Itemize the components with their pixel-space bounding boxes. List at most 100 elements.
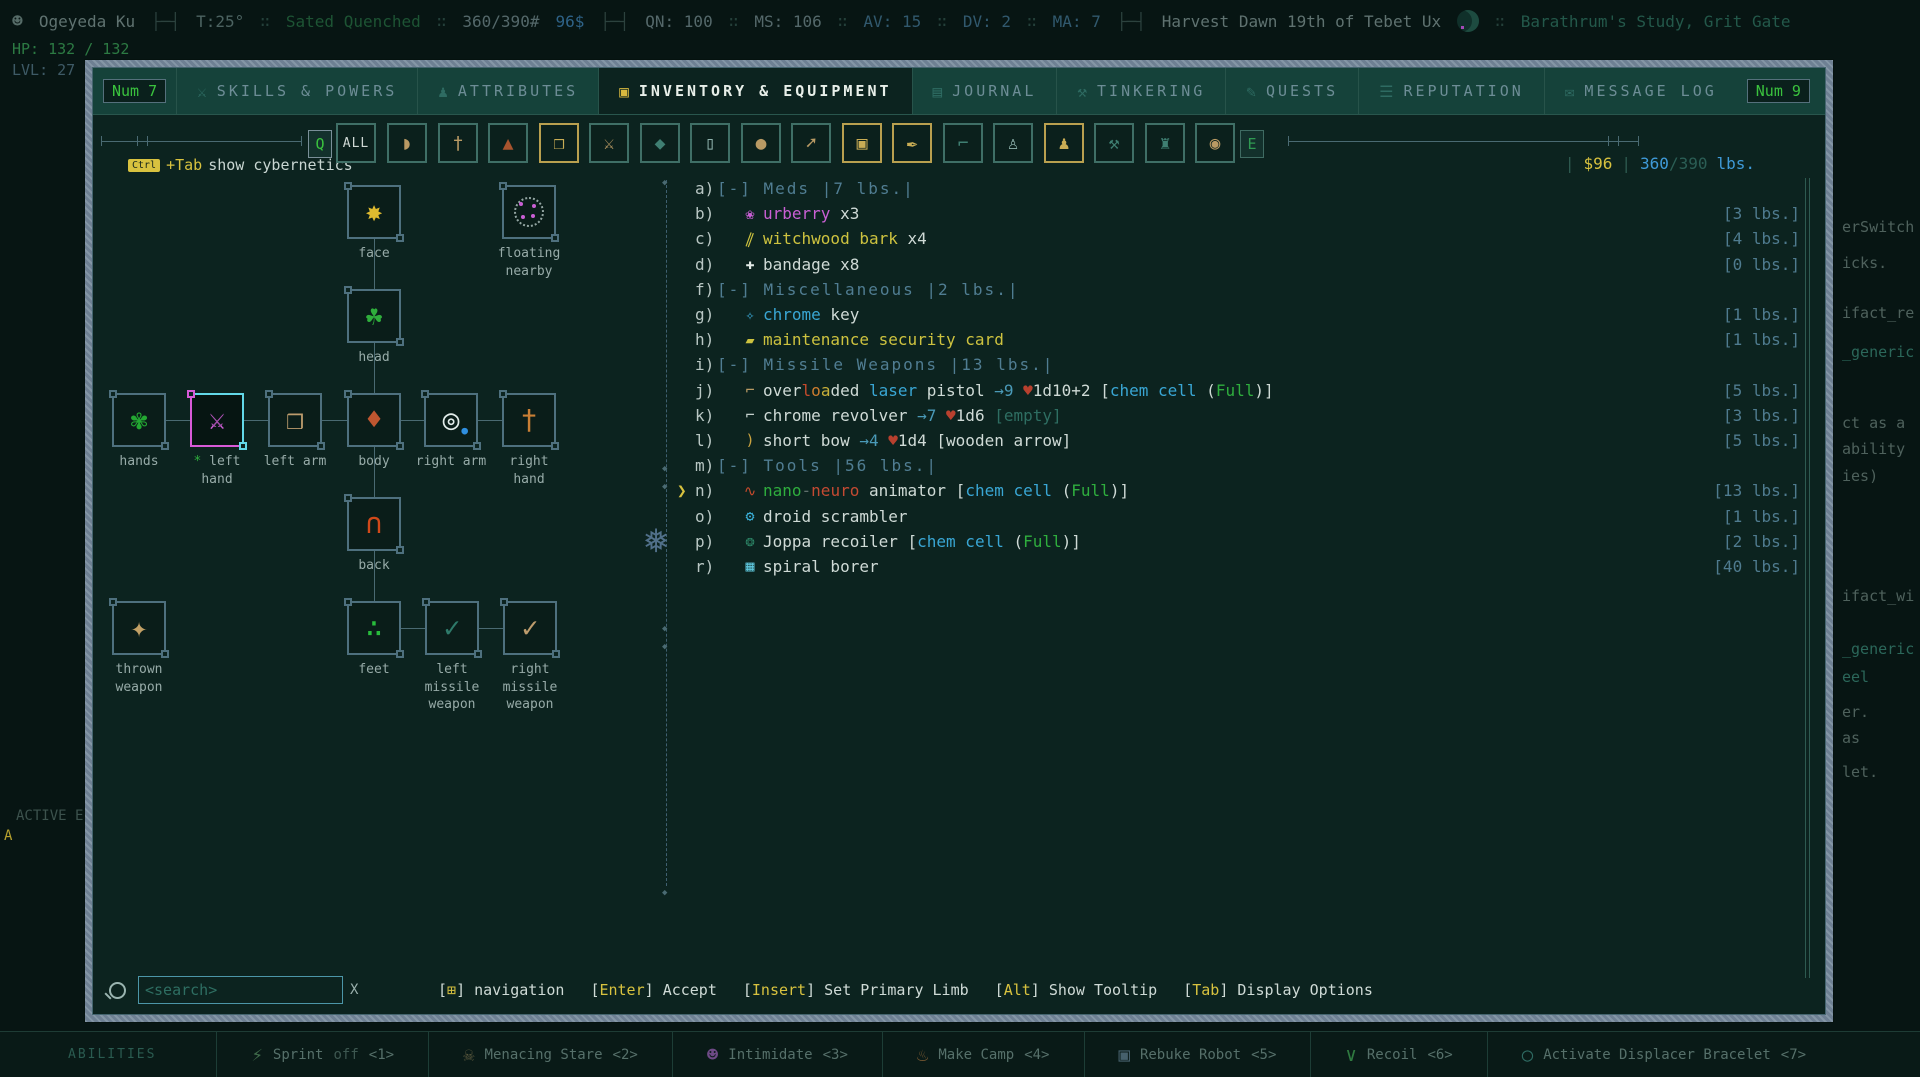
tab-label: TINKERING (1097, 82, 1206, 100)
category-filter-button[interactable]: ▯ (690, 123, 730, 163)
slot-connector-line (479, 628, 503, 629)
item-name-segment: bandage x8 (763, 254, 860, 274)
equipment-slot-left-arm[interactable]: ❒ (265, 390, 325, 450)
ability-make-camp[interactable]: ♨ Make Camp <4> (881, 1032, 1084, 1077)
inventory-item-row[interactable]: d) ✚ bandage x8 [0 lbs.] (677, 252, 1800, 277)
category-filter-button[interactable]: ◉ (1195, 123, 1235, 163)
category-filter-button[interactable]: ▲ (488, 123, 528, 163)
item-name-segment: chem cell (917, 531, 1004, 551)
tab-quests[interactable]: ✎ QUESTS (1225, 68, 1358, 114)
filter-all-button[interactable]: ALL (336, 123, 376, 163)
ability-recoil[interactable]: ∨ Recoil <6> (1310, 1032, 1486, 1077)
search-input[interactable] (139, 981, 342, 999)
slot-corner-notch (551, 442, 559, 450)
category-filter-button[interactable]: ⚔ (589, 123, 629, 163)
category-filter-button[interactable]: ⌐ (943, 123, 983, 163)
ruler-line (1288, 141, 1638, 142)
ability-rebuke-robot[interactable]: ▣ Rebuke Robot <5> (1083, 1032, 1311, 1077)
category-filter-button[interactable]: ▣ (842, 123, 882, 163)
tab-attributes[interactable]: ♟ ATTRIBUTES (417, 68, 598, 114)
page-left-button[interactable]: Q (308, 130, 332, 158)
inventory-item-row[interactable]: j) ⌐ overloaded laser pistol →9 ♥1d10+2 [c… (677, 378, 1800, 403)
inventory-category-row[interactable]: a) [-] Meds |7 lbs.| (677, 176, 1800, 201)
scrollbar-track[interactable] (1805, 178, 1810, 978)
category-filter-button[interactable]: ♙ (993, 123, 1033, 163)
ability-sprint[interactable]: ⚡ Sprint off <1> (216, 1032, 428, 1077)
slot-label-text: face (358, 246, 390, 261)
status-segment: DV: 2 (962, 11, 1012, 31)
background-text-fragment: ifact_re (1842, 304, 1915, 322)
inventory-category-row[interactable]: i) [-] Missile Weapons |13 lbs.| (677, 352, 1800, 377)
equipment-slot-back[interactable]: ∩ (344, 494, 404, 554)
inventory-category-row[interactable]: m) [-] Tools |56 lbs.| (677, 453, 1800, 478)
status-segment: ∷ (1027, 11, 1037, 31)
status-segment: ∷ (937, 11, 947, 31)
tab-skills-powers[interactable]: ⚔ SKILLS & POWERS (176, 68, 417, 114)
tab-inventory-equipment[interactable]: ▣ INVENTORY & EQUIPMENT (598, 68, 912, 114)
limb-tree-emblem: ❅ (644, 516, 669, 562)
hint-bracket: ] (456, 981, 475, 999)
inventory-item-row[interactable]: k) ⌐ chrome revolver →7 ♥1d6 [empty] [3 lbs… (677, 403, 1800, 428)
category-filter-button[interactable]: ● (741, 123, 781, 163)
cybernetics-hint-text: show cybernetics (208, 156, 353, 174)
inventory-item-row[interactable]: l)) short bow →4 ♥1d4 [wooden arrow] [5 lb… (677, 428, 1800, 453)
inventory-category-row[interactable]: f) [-] Miscellaneous |2 lbs.| (677, 277, 1800, 302)
equipment-slot-floating-nearby[interactable] (499, 182, 559, 242)
inventory-item-row[interactable]: c) ∥ witchwood bark x4 [4 lbs.] (677, 226, 1800, 251)
status-segment: Sated Quenched (285, 11, 421, 31)
tab-reputation[interactable]: ☰ REPUTATION (1358, 68, 1544, 114)
equipment-slot-feet[interactable]: ∴ (344, 598, 404, 658)
category-filter-button[interactable]: † (438, 123, 478, 163)
tab-message-log[interactable]: ✉ MESSAGE LOG (1543, 68, 1737, 114)
hint-bracket: [ (1183, 981, 1193, 999)
quests-icon: ✎ (1246, 81, 1256, 101)
inventory-item-row[interactable]: o) ⚙ droid scrambler [1 lbs.] (677, 503, 1800, 528)
security-card-icon: ▰ (745, 330, 755, 349)
item-name-segment: short bow (763, 430, 860, 450)
category-filter-button[interactable]: ♜ (1145, 123, 1185, 163)
slot-label-text: left arm (263, 454, 327, 469)
tab-tinkering[interactable]: ⚒ TINKERING (1056, 68, 1225, 114)
equipment-slot-left-hand[interactable]: ⚔ (187, 390, 247, 450)
category-filter-button[interactable]: ✒ (892, 123, 932, 163)
inventory-item-row[interactable]: p) ❂ Joppa recoiler [chem cell (Full)] [2 l… (677, 529, 1800, 554)
displacer-icon: ○ (1521, 1043, 1534, 1066)
equipment-slot-right-arm[interactable]: ◎ ● (421, 390, 481, 450)
ability-menacing-stare[interactable]: ☠ Menacing Stare <2> (428, 1032, 672, 1077)
category-filter-button[interactable]: ◗ (387, 123, 427, 163)
joppa-recoiler-icon: ❂ (745, 532, 755, 551)
category-filter-button[interactable]: ♟ (1044, 123, 1084, 163)
window-footer: X[⊞] navigation[Enter] Accept[Insert] Se… (93, 973, 1825, 1007)
equipment-slot-right-hand[interactable]: † (499, 390, 559, 450)
search-clear-button[interactable]: X (342, 982, 366, 998)
hint-key: Tab (1192, 981, 1220, 999)
category-filter-button[interactable]: ➚ (791, 123, 831, 163)
item-name-segment: chem cell (1109, 380, 1197, 400)
item-weight: [5 lbs.] (1722, 430, 1800, 450)
inventory-item-row[interactable]: ❯ n) ∿ nano-neuro animator [chem cell (Full… (677, 478, 1800, 503)
equipment-slot-right-missile-weapon[interactable]: ✓ (500, 598, 560, 658)
equipment-slot-thrown-weapon[interactable]: ✦ (109, 598, 169, 658)
inventory-item-row[interactable]: g) ✧ chrome key [1 lbs.] (677, 302, 1800, 327)
category-icon: ◆ (654, 132, 666, 154)
item-weight: [1 lbs.] (1722, 305, 1800, 325)
inventory-item-row[interactable]: r) ▦ spiral borer [40 lbs.] (677, 554, 1800, 579)
equipment-slot-body[interactable]: ♦ (344, 390, 404, 450)
inventory-item-row[interactable]: h) ▰ maintenance security card [1 lbs.] (677, 327, 1800, 352)
ability-intimidate[interactable]: ☻ Intimidate <3> (671, 1032, 882, 1077)
ability-activate-displacer-bracelet[interactable]: ○ Activate Displacer Bracelet <7> (1486, 1032, 1840, 1077)
equipment-slot-left-missile-weapon[interactable]: ✓ (422, 598, 482, 658)
ruler-tick (1618, 136, 1619, 146)
status-segment: Barathrum's Study, Grit Gate (1520, 11, 1791, 31)
page-right-button[interactable]: E (1240, 130, 1264, 158)
inventory-item-row[interactable]: b) ❀ urberry x3 [3 lbs.] (677, 201, 1800, 226)
equipment-slot-face[interactable]: ✸ (344, 182, 404, 242)
tab-journal[interactable]: ▤ JOURNAL (911, 68, 1057, 114)
category-icon: ❒ (553, 132, 565, 154)
droid-scrambler-icon: ⚙ (745, 507, 755, 526)
equipment-slot-hands[interactable]: ✾ (109, 390, 169, 450)
equipment-slot-head[interactable]: ☘ (344, 286, 404, 346)
category-filter-button[interactable]: ⚒ (1094, 123, 1134, 163)
category-filter-button[interactable]: ❒ (539, 123, 579, 163)
category-filter-button[interactable]: ◆ (640, 123, 680, 163)
